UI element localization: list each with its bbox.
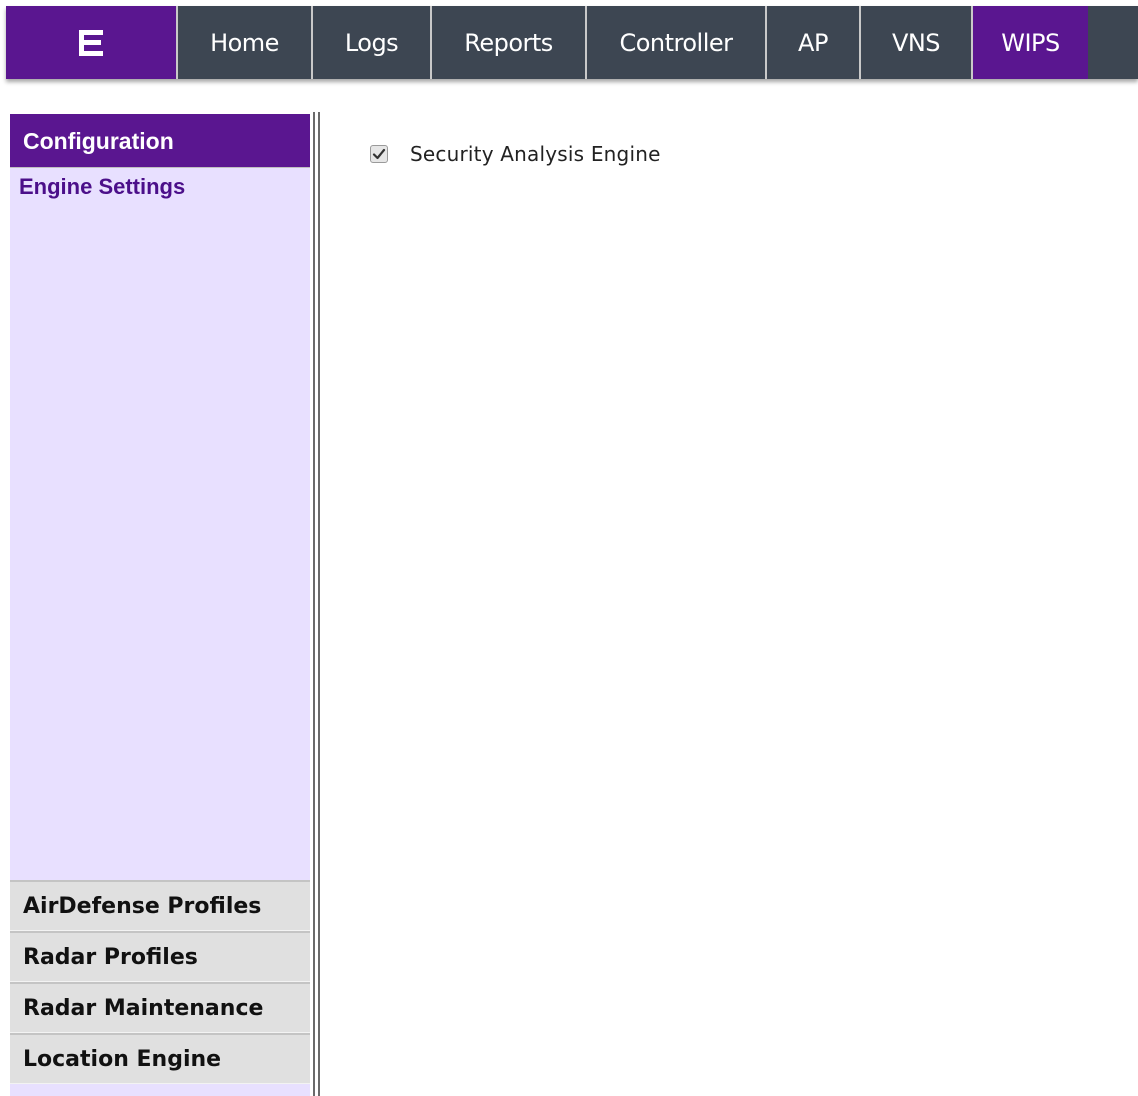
security-analysis-engine-label: Security Analysis Engine <box>410 142 661 166</box>
sidebar-section-radar-maintenance[interactable]: Radar Maintenance <box>10 982 310 1033</box>
security-analysis-engine-checkbox[interactable] <box>370 145 388 163</box>
nav-tab-ap[interactable]: AP <box>767 6 861 79</box>
nav-tab-logs[interactable]: Logs <box>313 6 432 79</box>
nav-tab-controller[interactable]: Controller <box>587 6 767 79</box>
brand-logo[interactable] <box>6 6 178 79</box>
nav-tab-vns[interactable]: VNS <box>861 6 973 79</box>
sidebar-section-radar-profiles[interactable]: Radar Profiles <box>10 931 310 982</box>
security-analysis-engine-row: Security Analysis Engine <box>370 142 661 166</box>
nav-tab-reports[interactable]: Reports <box>432 6 587 79</box>
top-navigation-bar: Home Logs Reports Controller AP VNS WIPS <box>6 6 1138 79</box>
sidebar-item-engine-settings[interactable]: Engine Settings <box>10 168 310 202</box>
main-content: Security Analysis Engine <box>320 112 1138 1096</box>
sidebar-splitter-handle[interactable] <box>313 112 320 1096</box>
sidebar-section-location-engine[interactable]: Location Engine <box>10 1033 310 1084</box>
sidebar: Configuration Engine Settings AirDefense… <box>10 114 310 1096</box>
sidebar-section-airdefense-profiles[interactable]: AirDefense Profiles <box>10 880 310 931</box>
nav-tab-home[interactable]: Home <box>178 6 313 79</box>
sidebar-collapsed-sections: AirDefense Profiles Radar Profiles Radar… <box>10 880 310 1084</box>
checkmark-icon <box>372 148 386 160</box>
sidebar-section-configuration[interactable]: Configuration <box>10 114 310 168</box>
extreme-logo-icon <box>79 29 103 56</box>
nav-tab-wips[interactable]: WIPS <box>973 6 1088 79</box>
